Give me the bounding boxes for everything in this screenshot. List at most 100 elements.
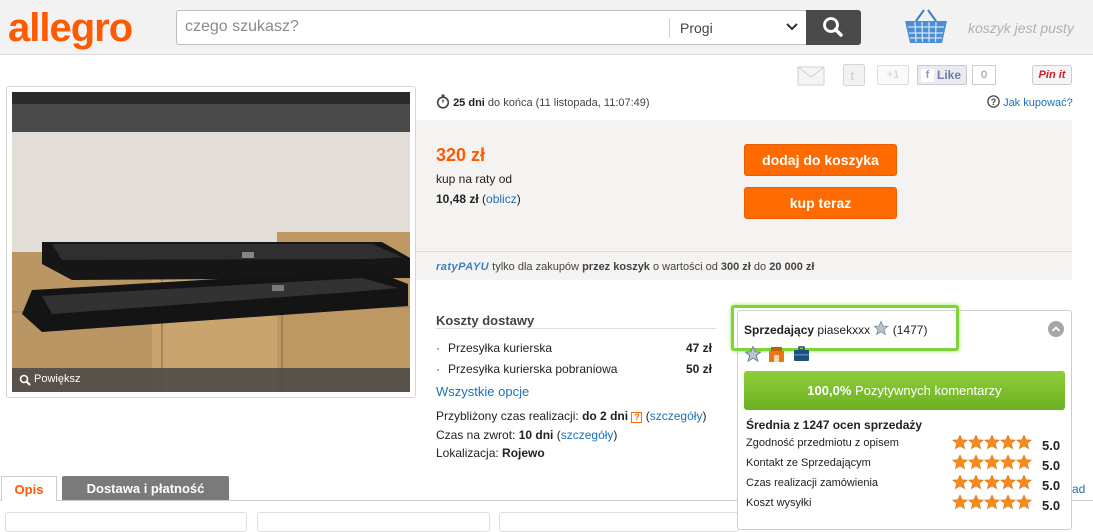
tab-dostawa[interactable]: Dostawa i płatność <box>62 476 229 500</box>
pinterest-button[interactable]: Pin it <box>1032 65 1072 85</box>
location: Lokalizacja: Rojewo <box>436 446 545 460</box>
time-left: 25 dni <box>453 97 485 109</box>
rating-star-icon <box>999 454 1017 470</box>
auction-timer: 25 dni do końca (11 listopada, 11:07:49) <box>436 94 650 109</box>
magnifier-icon <box>19 374 31 386</box>
star-icon <box>873 320 890 336</box>
gplus-button[interactable]: +1 <box>877 65 909 85</box>
rating-label: Kontakt ze Sprzedającym <box>746 457 871 469</box>
paren: ) <box>702 409 707 423</box>
rating-star-icon <box>1015 454 1033 470</box>
rating-star-icon <box>983 454 1001 470</box>
bullet: · <box>436 341 440 355</box>
realization-value: do 2 dni <box>582 409 629 423</box>
search-icon <box>823 17 843 37</box>
content-box <box>5 512 247 532</box>
seller-rating-count[interactable]: (1477) <box>893 323 928 337</box>
cart-icon[interactable] <box>902 7 950 45</box>
shop-badge-icon[interactable] <box>768 346 785 363</box>
star-badge-icon[interactable] <box>744 345 762 363</box>
location-label: Lokalizacja: <box>436 446 499 460</box>
rating-value: 5.0 <box>1042 498 1061 513</box>
facebook-like-count: 0 <box>972 65 996 85</box>
tab-opis[interactable]: Opis <box>1 476 57 501</box>
svg-text:?: ? <box>991 97 997 107</box>
rating-star-icon <box>999 474 1017 490</box>
rating-star-icon <box>983 474 1001 490</box>
ratypayu-text: tylko dla zakupów <box>492 261 579 273</box>
allegro-logo[interactable]: allegro <box>8 6 133 51</box>
positive-percent: 100,0% <box>807 383 852 398</box>
zoom-bar[interactable]: Powiększ <box>12 368 410 392</box>
mail-icon[interactable] <box>797 66 825 86</box>
rating-label: Czas realizacji zamówienia <box>746 477 879 489</box>
briefcase-badge-icon[interactable] <box>793 346 810 363</box>
top-header: allegro czego szukasz? Progi koszyk jest… <box>0 0 1093 55</box>
divider <box>416 251 1072 252</box>
rating-star-icon <box>951 474 969 490</box>
buy-now-button[interactable]: kup teraz <box>744 187 897 219</box>
positive-feedback-bar[interactable]: 100,0% Pozytywnych komentarzy <box>744 371 1065 410</box>
rating-label: Zgodność przedmiotu z opisem <box>746 437 899 449</box>
truncated-link[interactable]: ad <box>1072 482 1085 496</box>
rating-star-icon <box>1015 494 1033 510</box>
realization-details-link[interactable]: szczegóły <box>650 409 703 423</box>
seller-name[interactable]: piasekxxx <box>817 323 870 337</box>
collapse-button[interactable] <box>1048 321 1064 337</box>
ratypayu-info: ratyPAYU tylko dla zakupów przez koszyk … <box>436 261 814 273</box>
time-end: do końca (11 listopada, 11:07:49) <box>487 97 650 109</box>
rating-stars <box>951 434 1033 453</box>
calculate-link[interactable]: oblicz <box>486 192 517 206</box>
how-to-buy-label: Jak kupować? <box>1003 97 1073 109</box>
twitter-icon[interactable]: t <box>843 64 865 86</box>
return-details-link[interactable]: szczegóły <box>561 428 614 442</box>
rating-star-icon <box>999 434 1017 450</box>
rating-stars <box>951 474 1033 493</box>
bullet: · <box>436 362 440 376</box>
rating-value: 5.0 <box>1042 458 1061 473</box>
facebook-like-label: Like <box>937 68 962 82</box>
shipping-option-price: 50 zł <box>685 362 712 376</box>
seller-badges <box>744 345 810 366</box>
realization-label: Przybliżony czas realizacji: <box>436 409 579 423</box>
add-to-cart-button[interactable]: dodaj do koszyka <box>744 144 897 176</box>
svg-text:t: t <box>850 68 855 83</box>
help-icon[interactable]: ? <box>631 412 643 423</box>
rating-star-icon <box>983 494 1001 510</box>
rating-star-icon <box>967 494 985 510</box>
search-button[interactable] <box>806 10 861 45</box>
price: 320 zł <box>436 145 486 165</box>
average-rating-title: Średnia z 1247 ocen sprzedaży <box>746 418 923 432</box>
return-label: Czas na zwrot: <box>436 428 516 442</box>
product-photo[interactable] <box>12 92 410 392</box>
content-box <box>257 512 490 532</box>
location-value: Rojewo <box>502 446 545 460</box>
shipping-option-name: Przesyłka kurierska pobraniowa <box>448 362 618 376</box>
shipping-option-price: 47 zł <box>685 341 712 355</box>
how-to-buy-link[interactable]: ? Jak kupować? <box>987 95 1073 109</box>
rating-label: Koszt wysyłki <box>746 497 812 509</box>
ratypayu-text: 300 zł <box>720 261 751 273</box>
product-photo-frame: Powiększ <box>6 86 416 398</box>
price-box: 320 zł kup na raty od 10,48 zł (oblicz) … <box>416 120 1072 280</box>
shipping-option-name: Przesyłka kurierska <box>448 341 553 355</box>
all-shipping-options-link[interactable]: Wszystkie opcje <box>436 384 529 399</box>
installments-value: 10,48 zł (oblicz) <box>436 192 521 206</box>
ratypayu-logo: ratyPAYU <box>436 261 490 273</box>
rating-star-icon <box>999 494 1017 510</box>
content-box <box>499 512 739 532</box>
installments-amount: 10,48 zł <box>436 192 479 206</box>
rating-row: Koszt wysyłki 5.0 <box>746 494 1066 517</box>
search-input[interactable]: czego szukasz? <box>185 18 299 36</box>
return-value: 10 dni <box>518 428 554 442</box>
rating-star-icon <box>983 434 1001 450</box>
search-category-select[interactable]: Progi <box>680 20 713 36</box>
seller-label: Sprzedający <box>744 323 815 337</box>
facebook-like-button[interactable]: f Like <box>917 65 967 85</box>
ratypayu-text: 20 000 zł <box>769 261 815 273</box>
cart-status[interactable]: koszyk jest pusty <box>968 20 1074 36</box>
chevron-down-icon[interactable] <box>785 20 799 34</box>
ratypayu-text: przez koszyk <box>582 261 650 273</box>
rating-star-icon <box>967 474 985 490</box>
divider <box>436 328 716 329</box>
